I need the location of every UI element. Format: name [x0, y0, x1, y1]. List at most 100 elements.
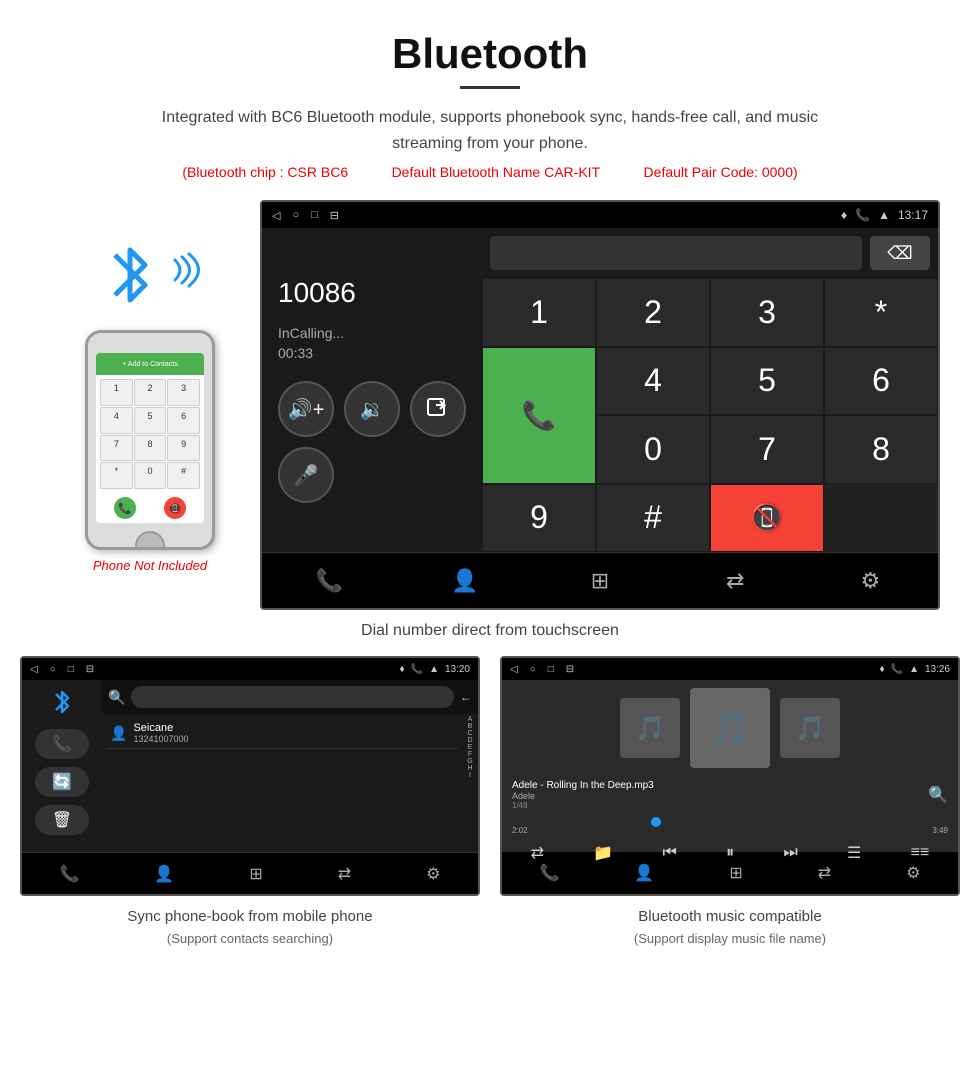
- page-container: Bluetooth Integrated with BC6 Bluetooth …: [0, 0, 980, 968]
- dial-key-3[interactable]: 3: [710, 278, 824, 347]
- nav-transfer-icon[interactable]: ⇄: [710, 556, 760, 606]
- play-pause-button[interactable]: ⏸: [726, 844, 734, 862]
- page-description: Integrated with BC6 Bluetooth module, su…: [140, 105, 840, 156]
- recents-icon: □: [311, 209, 318, 221]
- pb-alpha-e[interactable]: E: [468, 744, 473, 751]
- pb-call-icon: 📞: [411, 664, 423, 675]
- music-nav-contacts[interactable]: 👤: [634, 863, 654, 883]
- dial-key-8[interactable]: 8: [824, 415, 938, 484]
- dial-key-9[interactable]: 9: [482, 484, 596, 553]
- transfer-button[interactable]: [410, 381, 466, 437]
- dialpad-input[interactable]: [490, 236, 862, 270]
- phone-call-button[interactable]: 📞: [114, 497, 136, 519]
- phone-key-star[interactable]: *: [100, 462, 133, 489]
- list-button[interactable]: ☰: [847, 843, 861, 863]
- dial-key-hash[interactable]: #: [596, 484, 710, 553]
- pb-alpha-f[interactable]: F: [468, 751, 472, 758]
- phone-key-7[interactable]: 7: [100, 435, 133, 462]
- pb-search-row: 🔍 ←: [102, 680, 478, 714]
- nav-settings-icon[interactable]: ⚙: [845, 556, 895, 606]
- phone-key-hash[interactable]: #: [167, 462, 200, 489]
- volume-up-button[interactable]: 🔊+: [278, 381, 334, 437]
- pb-alpha-d[interactable]: D: [467, 737, 472, 744]
- phone-key-5[interactable]: 5: [134, 407, 167, 434]
- pb-status-bar: ◁ ○ □ ⊟ ♦ 📞 ▲ 13:20: [22, 658, 478, 680]
- pb-alpha-h[interactable]: H: [467, 765, 472, 772]
- nav-dialpad-icon[interactable]: ⊞: [575, 556, 625, 606]
- pb-alpha-a[interactable]: A: [468, 716, 473, 723]
- phone-end-button[interactable]: 📵: [164, 497, 186, 519]
- phone-key-1[interactable]: 1: [100, 379, 133, 406]
- nav-call-icon[interactable]: 📞: [305, 556, 355, 606]
- phone-key-3[interactable]: 3: [167, 379, 200, 406]
- pb-nav-transfer[interactable]: ⇄: [338, 864, 351, 884]
- pb-nav-dialpad[interactable]: ⊞: [249, 864, 262, 884]
- pb-alpha-i[interactable]: I: [469, 772, 471, 779]
- mic-button[interactable]: 🎤: [278, 447, 334, 503]
- call-accept-button[interactable]: 📞: [482, 347, 596, 484]
- music-nav-call[interactable]: 📞: [540, 863, 560, 883]
- pb-sync-button[interactable]: 🔄: [35, 767, 89, 797]
- music-total-time: 3:49: [932, 826, 948, 835]
- shuffle-button[interactable]: ⇄: [531, 843, 544, 863]
- dial-key-star[interactable]: *: [824, 278, 938, 347]
- backspace-button[interactable]: ⌫: [870, 236, 930, 270]
- pb-wifi: ▲: [429, 664, 439, 675]
- phone-action-btns: 📞 📵: [96, 493, 204, 523]
- bluetooth-icon-area: [100, 240, 200, 320]
- music-track-info: Adele - Rolling In the Deep.mp3 Adele 1/…: [512, 780, 654, 810]
- pb-contacts-list: 👤 Seicane 13241007000: [102, 714, 462, 852]
- pb-bluetooth-icon[interactable]: [50, 688, 74, 721]
- dial-key-5[interactable]: 5: [710, 347, 824, 416]
- car-left-panel: 10086 InCalling... 00:33 🔊+ 🔉 🎤: [262, 228, 482, 552]
- dial-key-1[interactable]: 1: [482, 278, 596, 347]
- call-end-button[interactable]: 📵: [710, 484, 824, 553]
- phone-key-2[interactable]: 2: [134, 379, 167, 406]
- dial-key-7[interactable]: 7: [710, 415, 824, 484]
- folder-button[interactable]: 📁: [593, 843, 613, 863]
- spec-name: Default Bluetooth Name CAR-KIT: [392, 164, 601, 180]
- phone-key-6[interactable]: 6: [167, 407, 200, 434]
- pb-alpha-c[interactable]: C: [467, 730, 472, 737]
- pb-nav-call[interactable]: 📞: [60, 864, 80, 884]
- dial-key-0[interactable]: 0: [596, 415, 710, 484]
- prev-button[interactable]: ⏮: [662, 844, 676, 862]
- phone-key-8[interactable]: 8: [134, 435, 167, 462]
- volume-down-button[interactable]: 🔉: [344, 381, 400, 437]
- pb-alpha-b[interactable]: B: [468, 723, 473, 730]
- music-progress-dot: [651, 817, 661, 827]
- music-title: Adele - Rolling In the Deep.mp3: [512, 780, 654, 791]
- phone-key-9[interactable]: 9: [167, 435, 200, 462]
- pb-bt-icon: [50, 688, 74, 716]
- transfer-icon: [426, 397, 450, 421]
- music-nav-settings[interactable]: ⚙: [906, 863, 920, 883]
- music-nav-transfer[interactable]: ⇄: [818, 863, 831, 883]
- next-button[interactable]: ⏭: [783, 844, 797, 862]
- call-controls: 🔊+ 🔉 🎤: [278, 381, 466, 503]
- equalizer-button[interactable]: ≡≡: [911, 844, 930, 862]
- pb-contact-item[interactable]: 👤 Seicane 13241007000: [106, 718, 458, 749]
- pb-phone-button[interactable]: 📞: [35, 729, 89, 759]
- music-nav-dialpad[interactable]: ⊞: [729, 863, 742, 883]
- pb-search-input[interactable]: [131, 686, 454, 708]
- phone-key-4[interactable]: 4: [100, 407, 133, 434]
- menu-icon: ⊟: [330, 209, 339, 222]
- dial-key-6[interactable]: 6: [824, 347, 938, 416]
- pb-contact-avatar: 👤: [110, 725, 127, 742]
- nav-contacts-icon[interactable]: 👤: [440, 556, 490, 606]
- music-caption: Bluetooth music compatible (Support disp…: [634, 906, 826, 948]
- phone-add-contact: + Add to Contacts: [122, 361, 177, 368]
- phone-key-0[interactable]: 0: [134, 462, 167, 489]
- dial-key-2[interactable]: 2: [596, 278, 710, 347]
- music-home: ○: [530, 664, 536, 675]
- pb-alpha-g[interactable]: G: [467, 758, 472, 765]
- music-album-area: 🎵 🎵 🎵: [502, 680, 958, 776]
- music-search-icon[interactable]: 🔍: [928, 785, 948, 805]
- pb-nav-settings[interactable]: ⚙: [426, 864, 440, 884]
- pb-delete-button[interactable]: 🗑: [35, 805, 89, 835]
- pb-nav-contacts[interactable]: 👤: [154, 864, 174, 884]
- pb-left-panel: 📞 🔄 🗑: [22, 680, 102, 852]
- dial-key-4[interactable]: 4: [596, 347, 710, 416]
- pb-home: ○: [50, 664, 56, 675]
- phone-home-button[interactable]: [135, 531, 165, 550]
